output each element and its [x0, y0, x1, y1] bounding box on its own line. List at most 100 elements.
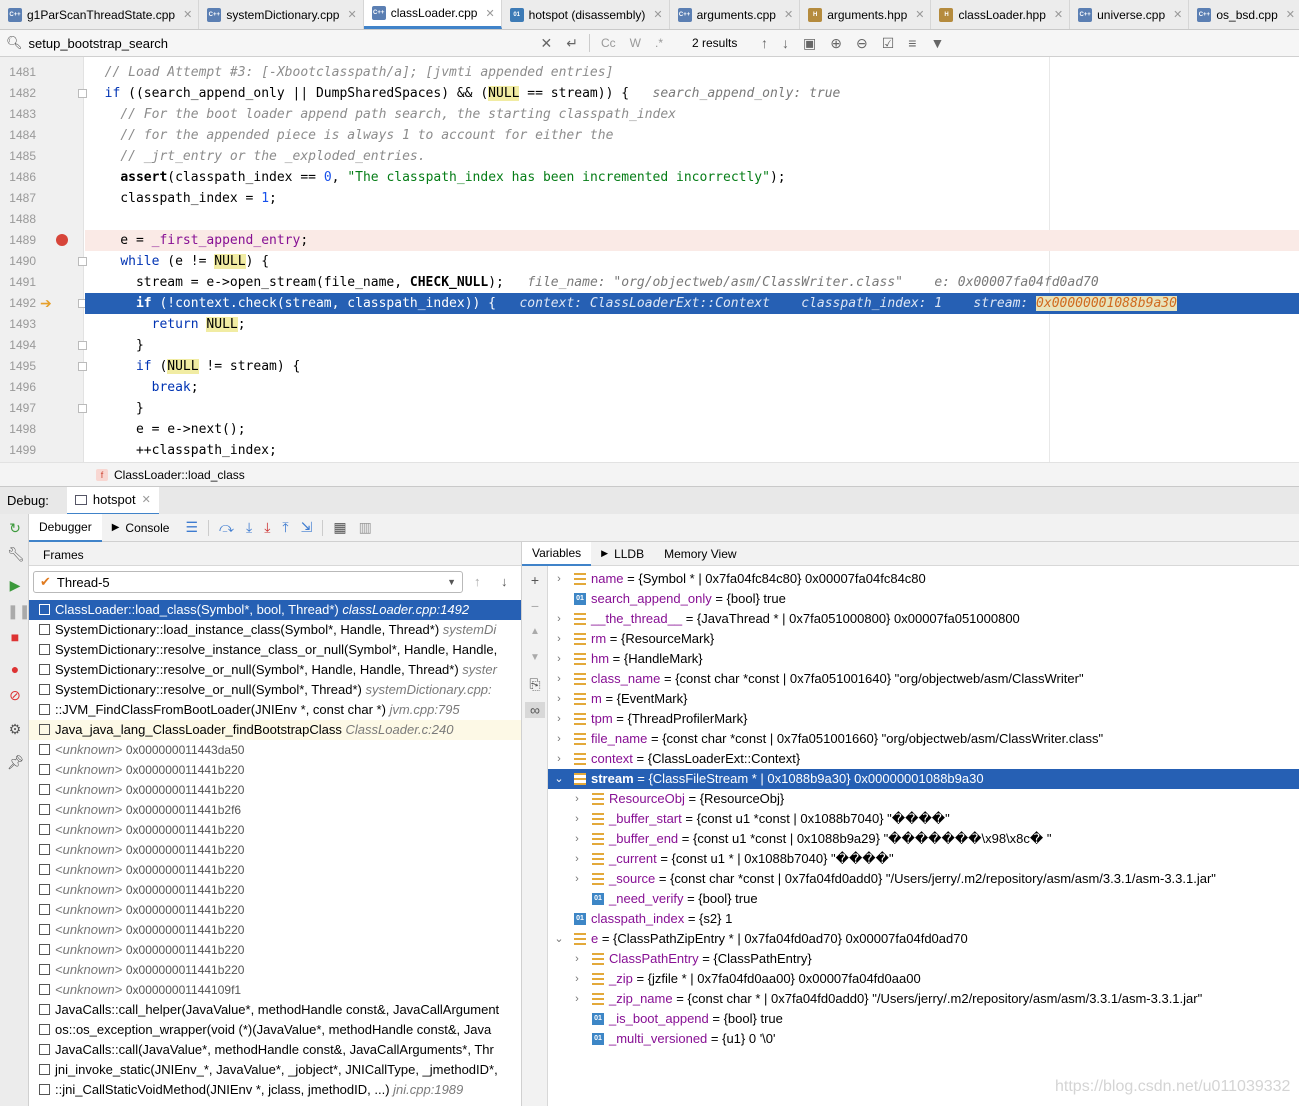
add-watch-icon[interactable]: +	[527, 572, 543, 588]
variable-row[interactable]: › rm = {ResourceMark}	[548, 629, 1299, 649]
code-line[interactable]: classpath_index = 1;	[85, 188, 1050, 209]
copy-icon[interactable]: ⎘	[527, 676, 543, 692]
tab-console[interactable]: ▶ Console	[102, 514, 180, 542]
chevron-right-icon[interactable]: ›	[553, 569, 565, 589]
step-over-icon[interactable]: ⤼	[219, 519, 234, 536]
chevron-right-icon[interactable]: ›	[571, 869, 583, 889]
chevron-right-icon[interactable]: ›	[553, 649, 565, 669]
close-tab-icon[interactable]: ✕	[485, 7, 494, 20]
chevron-right-icon[interactable]: ›	[571, 969, 583, 989]
chevron-right-icon[interactable]: ›	[571, 809, 583, 829]
variable-row[interactable]: 01 classpath_index = {s2} 1	[548, 909, 1299, 929]
tab-hotspot-disassembly-[interactable]: 01 hotspot (disassembly) ✕	[502, 0, 670, 29]
code-line[interactable]: }	[85, 398, 1050, 419]
next-occurrence-icon[interactable]: ↓	[782, 35, 789, 51]
variable-row[interactable]: › _zip_name = {const char * | 0x7fa04fd0a…	[548, 989, 1299, 1009]
editor-breadcrumb[interactable]: f ClassLoader::load_class	[0, 462, 1299, 486]
code-line[interactable]: if (NULL != stream) {	[85, 356, 1050, 377]
variable-row[interactable]: ⌄ stream = {ClassFileStream * | 0x1088b9a…	[548, 769, 1299, 789]
frame-row[interactable]: ::JVM_FindClassFromBootLoader(JNIEnv *, …	[29, 700, 521, 720]
code-line[interactable]: stream = e->open_stream(file_name, CHECK…	[85, 272, 1099, 293]
gear-icon[interactable]: ⚙	[7, 721, 23, 737]
frame-row[interactable]: ClassLoader::load_class(Symbol*, bool, T…	[29, 600, 521, 620]
code-line[interactable]: if (!context.check(stream, classpath_ind…	[85, 293, 1299, 314]
line-number[interactable]: 1488	[0, 209, 36, 230]
tab-universe-cpp[interactable]: C++ universe.cpp ✕	[1070, 0, 1190, 29]
thread-selector[interactable]: ✔ Thread-5 ▼	[33, 571, 463, 593]
line-number[interactable]: 1493	[0, 314, 36, 335]
chevron-right-icon[interactable]: ›	[553, 689, 565, 709]
tab-classloader-cpp[interactable]: C++ classLoader.cpp ✕	[363, 0, 502, 29]
code-line[interactable]: e = _first_append_entry;	[85, 230, 1299, 251]
breakpoint-icon[interactable]	[56, 234, 68, 246]
chevron-right-icon[interactable]: ›	[553, 709, 565, 729]
chevron-down-icon[interactable]: ⌄	[553, 929, 565, 949]
variable-row[interactable]: › _source = {const char *const | 0x7fa04f…	[548, 869, 1299, 889]
resume-icon[interactable]: ▶	[7, 577, 23, 593]
clear-search-icon[interactable]: ✕	[541, 35, 553, 52]
variable-row[interactable]: ⌄ e = {ClassPathZipEntry * | 0x7fa04fd0ad…	[548, 929, 1299, 949]
frame-row[interactable]: <unknown> 0x00000001144109f1	[29, 980, 521, 1000]
tab-os-bsd-cpp[interactable]: C++ os_bsd.cpp ✕	[1189, 0, 1299, 29]
run-to-cursor-icon[interactable]: ⇲	[301, 519, 313, 536]
code-line[interactable]: return NULL;	[85, 314, 1050, 335]
code-line[interactable]: ++classpath_index;	[85, 440, 1050, 461]
variable-row[interactable]: › _current = {const u1 * | 0x1088b7040} "…	[548, 849, 1299, 869]
tab-g1parscanthreadstate-cpp[interactable]: C++ g1ParScanThreadState.cpp ✕	[0, 0, 200, 29]
variable-row[interactable]: › __the_thread__ = {JavaThread * | 0x7fa0…	[548, 609, 1299, 629]
variable-row[interactable]: › _buffer_end = {const u1 *const | 0x1088…	[548, 829, 1299, 849]
line-number[interactable]: 1495	[0, 356, 36, 377]
match-case-button[interactable]: Cc	[601, 36, 616, 50]
chevron-right-icon[interactable]: ›	[571, 789, 583, 809]
chevron-right-icon[interactable]: ›	[553, 629, 565, 649]
line-number[interactable]: 1483	[0, 104, 36, 125]
variable-row[interactable]: › hm = {HandleMark}	[548, 649, 1299, 669]
line-number[interactable]: 1485	[0, 146, 36, 167]
tab-arguments-cpp[interactable]: C++ arguments.cpp ✕	[670, 0, 801, 29]
chevron-right-icon[interactable]: ›	[553, 729, 565, 749]
frame-row[interactable]: os::os_exception_wrapper(void (*)(JavaVa…	[29, 1020, 521, 1040]
filter-search-results-icon[interactable]: ≡	[908, 35, 916, 51]
new-line-icon[interactable]: ↵	[566, 35, 578, 52]
code-line[interactable]: // Load Attempt #3: [-Xbootclasspath/a];…	[85, 62, 1050, 83]
variable-row[interactable]: › context = {ClassLoaderExt::Context}	[548, 749, 1299, 769]
variable-row[interactable]: › ClassPathEntry = {ClassPathEntry}	[548, 949, 1299, 969]
frame-row[interactable]: SystemDictionary::resolve_or_null(Symbol…	[29, 680, 521, 700]
tab-systemdictionary-cpp[interactable]: C++ systemDictionary.cpp ✕	[199, 0, 364, 29]
whole-words-button[interactable]: W	[630, 36, 641, 50]
line-number[interactable]: 1490	[0, 251, 36, 272]
tab-arguments-hpp[interactable]: Harguments.hpp ✕	[800, 0, 932, 29]
remove-watch-icon[interactable]: −	[527, 598, 543, 614]
code-line[interactable]: // For the boot loader append path searc…	[85, 104, 1050, 125]
close-tab-icon[interactable]: ✕	[1173, 8, 1182, 21]
variable-row[interactable]: › _buffer_start = {const u1 *const | 0x10…	[548, 809, 1299, 829]
frame-row[interactable]: SystemDictionary::resolve_or_null(Symbol…	[29, 660, 521, 680]
line-number[interactable]: 1486	[0, 167, 36, 188]
line-number[interactable]: 1496	[0, 377, 36, 398]
chevron-right-icon[interactable]: ›	[553, 749, 565, 769]
frame-row[interactable]: <unknown> 0x000000011441b220	[29, 900, 521, 920]
frame-row[interactable]: SystemDictionary::resolve_instance_class…	[29, 640, 521, 660]
line-number[interactable]: 1482	[0, 83, 36, 104]
chevron-right-icon[interactable]: ›	[553, 669, 565, 689]
variable-row[interactable]: › tpm = {ThreadProfilerMark}	[548, 709, 1299, 729]
line-number[interactable]: 1497	[0, 398, 36, 419]
chevron-down-icon[interactable]: ⌄	[553, 769, 565, 789]
mute-breakpoints-icon[interactable]: ⊘	[7, 687, 23, 703]
stop-icon[interactable]: ■	[7, 629, 23, 645]
code-line[interactable]: }	[85, 335, 1050, 356]
variable-row[interactable]: › name = {Symbol * | 0x7fa04fc84c80} 0x00…	[548, 569, 1299, 589]
frame-row[interactable]: JavaCalls::call_helper(JavaValue*, metho…	[29, 1000, 521, 1020]
close-tab-icon[interactable]: ✕	[915, 8, 924, 21]
variable-row[interactable]: 01 _need_verify = {bool} true	[548, 889, 1299, 909]
variable-row[interactable]: › ResourceObj = {ResourceObj}	[548, 789, 1299, 809]
close-tab-icon[interactable]: ✕	[1054, 8, 1063, 21]
view-breakpoints-icon[interactable]: ●	[7, 661, 23, 677]
code-line[interactable]: // for the appended piece is always 1 to…	[85, 125, 1050, 146]
line-number[interactable]: 1481	[0, 62, 36, 83]
select-occurrences-icon[interactable]: ☑	[882, 35, 895, 52]
chevron-right-icon[interactable]: ›	[571, 829, 583, 849]
add-occurrence-icon[interactable]: ⊕	[830, 35, 842, 52]
line-number[interactable]: 1491	[0, 272, 36, 293]
code-line[interactable]: while (e != NULL) {	[85, 251, 1050, 272]
